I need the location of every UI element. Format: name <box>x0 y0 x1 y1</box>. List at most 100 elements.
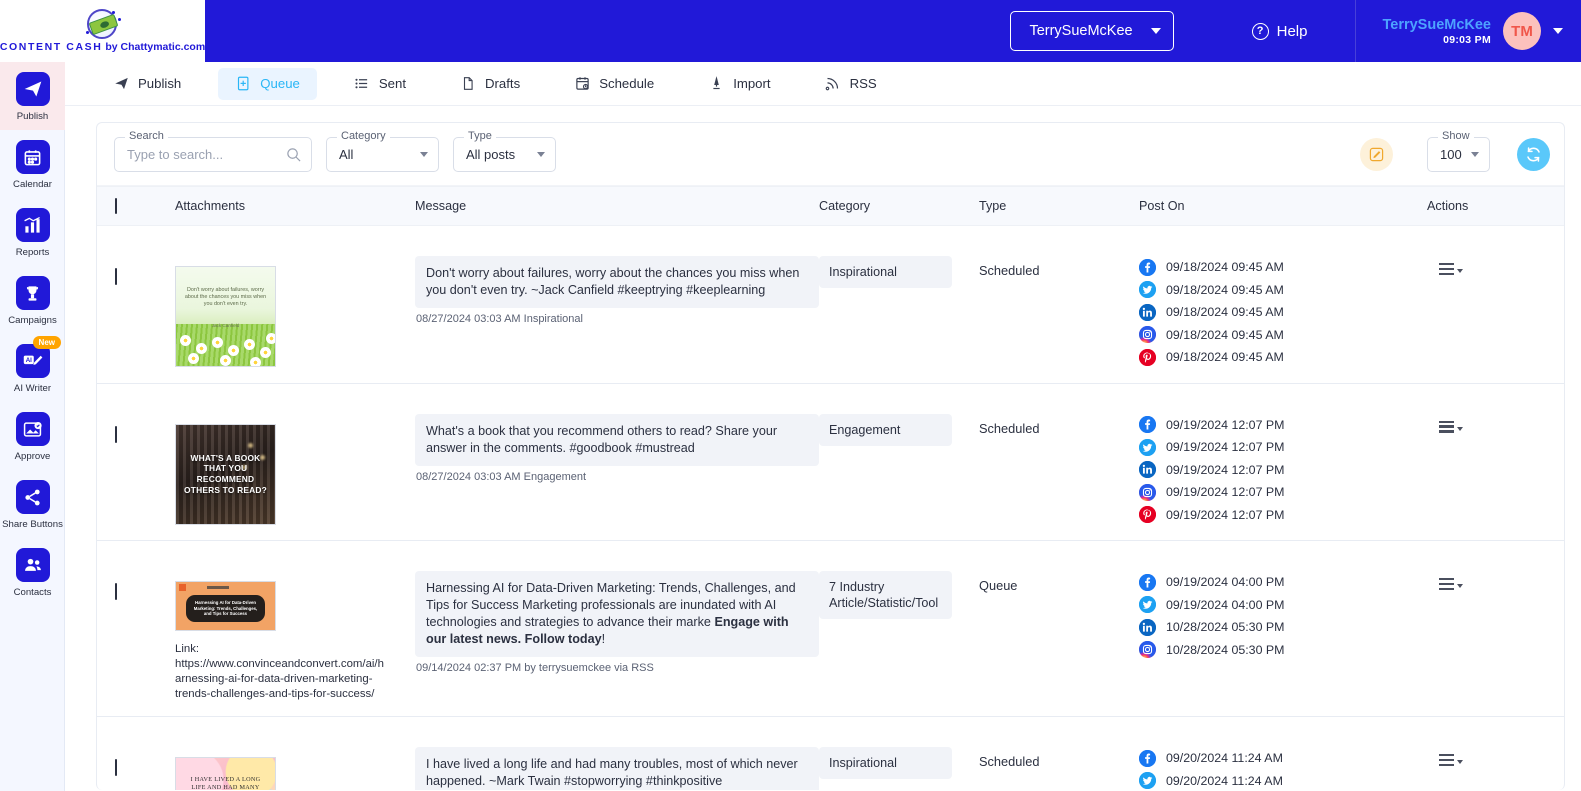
type-select[interactable]: Type All posts <box>453 129 556 172</box>
category-value: Inspirational <box>819 747 952 779</box>
category-legend: Category <box>337 129 390 142</box>
post-on-cell: 09/20/2024 11:24 AM09/20/2024 11:24 AM09… <box>1139 727 1427 790</box>
logo-wordmark: CONTENT CASH by Chattymatic.com <box>0 41 205 53</box>
question-circle-icon: ? <box>1251 22 1269 40</box>
chevron-down-icon <box>1457 760 1463 765</box>
chevron-down-icon[interactable] <box>1553 28 1563 34</box>
attachment-thumbnail[interactable]: WHAT'S A BOOK THAT YOU RECOMMEND OTHERS … <box>175 423 276 525</box>
post-time: 09/19/2024 12:07 PM <box>1166 440 1285 455</box>
type-cell: Scheduled <box>979 727 1139 790</box>
hamburger-menu-icon <box>1439 263 1454 276</box>
attachment-thumbnail[interactable]: I HAVE LIVED A LONG LIFE AND HAD MANY TR… <box>175 757 276 790</box>
logo-main-text: CONTENT CASH <box>0 41 103 53</box>
sidebar-item-label: Approve <box>14 451 51 462</box>
instagram-icon <box>1139 483 1156 501</box>
row-actions-menu-button[interactable] <box>1439 420 1564 433</box>
tab-rss[interactable]: RSS <box>808 68 894 100</box>
list-icon <box>354 76 370 92</box>
attachment-link[interactable]: Link: https://www.convinceandconvert.com… <box>175 642 390 702</box>
message-text[interactable]: Don't worry about failures, worry about … <box>415 256 819 308</box>
show-count-select[interactable]: Show 100 <box>1427 129 1490 172</box>
category-cell: Inspirational <box>819 727 979 790</box>
paper-plane-icon <box>113 76 129 92</box>
post-time: 09/18/2024 09:45 AM <box>1166 260 1284 275</box>
message-text[interactable]: Harnessing AI for Data-Driven Marketing:… <box>415 571 819 657</box>
post-time: 09/20/2024 11:24 AM <box>1166 773 1283 788</box>
type-value: Scheduled <box>979 263 1040 278</box>
app-logo[interactable]: CONTENT CASH by Chattymatic.com <box>0 0 205 62</box>
post-schedule-item: 09/18/2024 09:45 AM <box>1139 256 1427 279</box>
paper-plane-icon <box>15 72 50 106</box>
tab-schedule[interactable]: Schedule <box>557 68 671 100</box>
instagram-icon <box>1139 641 1156 659</box>
tab-queue[interactable]: Queue <box>218 67 317 100</box>
sidebar-item-campaigns[interactable]: Campaigns <box>0 266 65 334</box>
row-checkbox[interactable] <box>115 583 117 600</box>
row-checkbox[interactable] <box>115 759 117 776</box>
attachment-cell: Harnessing AI for Data-Driven Marketing:… <box>175 551 415 702</box>
svg-text:AI: AI <box>25 357 31 364</box>
tab-publish[interactable]: Publish <box>96 68 198 100</box>
post-schedule-item: 09/19/2024 12:07 PM <box>1139 459 1427 482</box>
tab-sent[interactable]: Sent <box>337 68 423 100</box>
message-text[interactable]: I have lived a long life and had many tr… <box>415 747 819 790</box>
refresh-button[interactable] <box>1517 137 1550 171</box>
queue-panel: Search Category All Type All posts Show <box>96 122 1565 790</box>
sidebar-item-contacts[interactable]: Contacts <box>0 538 65 606</box>
row-select-cell <box>97 236 175 369</box>
facebook-icon <box>1139 416 1156 434</box>
pinterest-icon <box>1139 348 1156 366</box>
row-actions-menu-button[interactable] <box>1439 754 1564 767</box>
row-checkbox[interactable] <box>115 425 117 443</box>
category-value: Engagement <box>819 413 952 446</box>
post-schedule-item: 09/19/2024 12:07 PM <box>1139 481 1427 504</box>
select-all-checkbox[interactable] <box>115 198 117 214</box>
message-text[interactable]: What's a book that you recommend others … <box>415 413 819 466</box>
sidebar-item-share-buttons[interactable]: Share Buttons <box>0 470 65 538</box>
tab-label: Sent <box>378 76 407 91</box>
image-check-icon <box>15 412 50 446</box>
sidebar-item-calendar[interactable]: Calendar <box>0 130 65 198</box>
main-content: Publish Queue Sent Drafts Schedule Import RSS … <box>65 62 1581 791</box>
user-menu[interactable]: TerrySueMcKee 09:03 PM TM <box>1356 12 1581 50</box>
twitter-icon <box>1139 596 1156 614</box>
tab-import[interactable]: Import <box>691 68 787 100</box>
sidebar-item-publish[interactable]: Publish <box>0 62 65 130</box>
category-select[interactable]: Category All <box>326 129 439 172</box>
tab-label: Drafts <box>485 76 521 91</box>
sidebar: Publish Calendar Reports Campaigns New AI AI W… <box>0 62 65 791</box>
account-selector[interactable]: TerrySueMcKee <box>1010 11 1174 51</box>
sidebar-item-ai-writer[interactable]: New AI AI Writer <box>0 334 65 402</box>
hamburger-menu-icon <box>1439 754 1454 767</box>
ai-pencil-icon: AI <box>15 344 50 378</box>
user-name: TerrySueMcKee <box>1382 16 1491 33</box>
instagram-icon <box>1139 326 1156 344</box>
facebook-icon <box>1139 258 1156 276</box>
category-value: 7 Industry Article/Statistic/Tool <box>819 571 952 619</box>
sidebar-item-approve[interactable]: Approve <box>0 402 65 470</box>
row-actions-menu-button[interactable] <box>1439 578 1564 591</box>
attachment-thumbnail[interactable]: Harnessing AI for Data-Driven Marketing:… <box>175 581 276 631</box>
message-meta: 08/27/2024 03:03 AM Inspirational <box>416 313 583 325</box>
attachment-cell: WHAT'S A BOOK THAT YOU RECOMMEND OTHERS … <box>175 394 415 527</box>
upload-icon <box>708 76 724 92</box>
select-all-cell <box>97 198 175 214</box>
hamburger-menu-icon <box>1439 420 1454 433</box>
sidebar-badge-new: New <box>32 336 61 349</box>
search-legend: Search <box>125 129 168 142</box>
share-nodes-icon <box>15 480 50 514</box>
sidebar-item-reports[interactable]: Reports <box>0 198 65 266</box>
compose-button[interactable] <box>1360 137 1393 171</box>
help-button[interactable]: ? Help <box>1251 22 1307 40</box>
category-cell: Engagement <box>819 394 979 527</box>
linkedin-icon <box>1139 618 1156 636</box>
tab-label: Publish <box>138 76 182 91</box>
search-input[interactable] <box>115 146 311 162</box>
tab-drafts[interactable]: Drafts <box>443 68 537 100</box>
tab-label: Import <box>733 76 771 91</box>
row-checkbox[interactable] <box>115 268 117 285</box>
attachment-thumbnail[interactable]: Don't worry about failures, worry about … <box>175 266 276 367</box>
avatar[interactable]: TM <box>1503 12 1541 50</box>
row-actions-menu-button[interactable] <box>1439 263 1564 276</box>
category-value: Inspirational <box>819 256 952 288</box>
